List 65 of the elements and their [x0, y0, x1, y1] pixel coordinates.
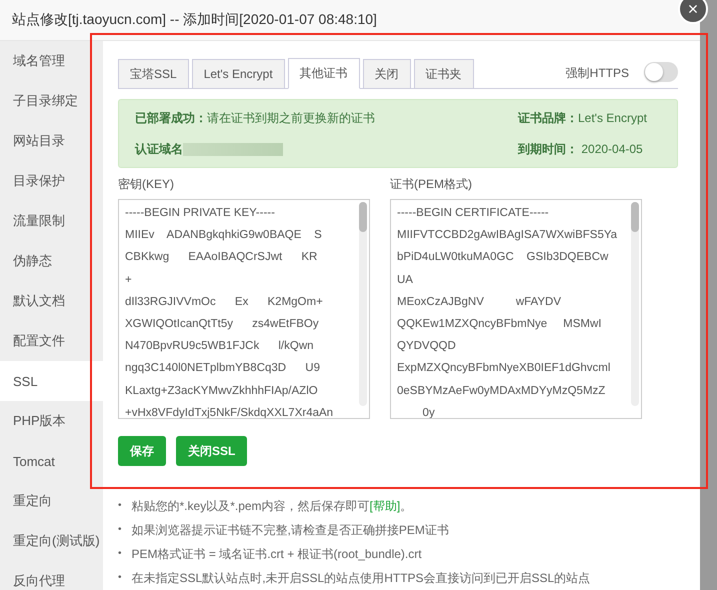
action-button[interactable]: 保存 [118, 436, 166, 466]
text-line: 0y [422, 406, 436, 418]
sidebar-item[interactable]: 子目录绑定 [0, 81, 103, 121]
text-line: ExpMZXQncyBFbmNyeXB0IEF1dGhvcml [397, 361, 612, 376]
tab[interactable]: 关闭 [362, 59, 411, 88]
sidebar-item[interactable]: 重定向(测试版) [0, 521, 103, 561]
scrollbar[interactable] [359, 202, 367, 406]
text-line: UA [397, 272, 414, 288]
tab[interactable]: 其他证书 [288, 58, 360, 89]
help-link[interactable]: [帮助] [370, 499, 400, 513]
text-line: MIIFVTCCBD2gAwIBAgISA7WXwiBFS5Ya [397, 228, 618, 244]
expiry-label: 到期时间： [518, 140, 578, 158]
text-line: +vHx8VFdyIdTxj5NkF/SkdqXXL7Xr4aAn [125, 406, 334, 418]
sidebar-item[interactable]: 域名管理 [0, 41, 103, 81]
sidebar-item[interactable]: 配置文件 [0, 321, 103, 361]
text-line: XGWIQOtIcanQtTt5y zs4wEtFBOy [125, 317, 320, 332]
text-line: QQKEw1MZXQncyBFbmNye MSMwI [397, 317, 602, 332]
text-line: -----BEGIN CERTIFICATE----- [397, 206, 550, 221]
sidebar-item[interactable]: PHP版本 [0, 401, 103, 441]
note-text: 在未指定SSL默认站点时,未开启SSL的站点使用HTTPS会直接访问到已开启SSL的站点 [132, 570, 590, 586]
bullet: • [118, 499, 122, 513]
sidebar-item[interactable]: 流量限制 [0, 201, 103, 241]
key-textarea[interactable] [118, 199, 370, 419]
action-button[interactable]: 关闭SSL [176, 436, 248, 466]
field-label: 证书(PEM格式) [390, 176, 473, 193]
domain-label: 认证域名 [135, 140, 183, 158]
brand-label: 证书品牌： [518, 110, 578, 126]
cert-textarea[interactable] [390, 199, 642, 419]
sidebar-item[interactable]: Tomcat [0, 441, 103, 481]
text-line: ngq3C140l0NETplbmYB8Cq3D U9 [125, 361, 321, 376]
sidebar-item[interactable]: 重定向 [0, 481, 103, 521]
scrollbar[interactable] [631, 202, 639, 406]
bullet: • [118, 571, 122, 585]
text-line: MIIEv ADANBgkqhkiG9w0BAQE S [125, 228, 323, 244]
note-text: PEM格式证书 = 域名证书.crt + 根证书(root_bundle).crt [132, 546, 422, 562]
note-text: 如果浏览器提示证书链不完整,请检查是否正确拼接PEM证书 [132, 522, 449, 538]
sidebar-item[interactable]: 网站目录 [0, 121, 103, 161]
text-line: QYDVQQD [397, 339, 457, 354]
field-label: 密钥(KEY) [118, 176, 176, 193]
tab[interactable]: 宝塔SSL [118, 59, 189, 88]
status-label: 已部署成功： [135, 110, 207, 126]
sidebar-item[interactable]: 反向代理 [0, 561, 103, 590]
sidebar-item[interactable]: 伪静态 [0, 241, 103, 281]
sidebar-item[interactable]: SSL [0, 361, 103, 401]
text-line: + [125, 272, 133, 288]
note-text: 粘贴您的*.key以及*.pem内容，然后保存即可[帮助]。 [132, 498, 412, 514]
tab[interactable]: Let's Encrypt [192, 59, 285, 88]
tab[interactable]: 证书夹 [414, 59, 474, 88]
toggle-label: 强制HTTPS [566, 64, 629, 82]
text-line: CBKkwg EAAoIBAQCrSJwt KR [125, 250, 318, 266]
expiry-value: 2020-04-05 [580, 142, 643, 156]
text-line: N470BpvRU9c5WB1FJCk l/kQwn [125, 339, 315, 354]
status-text: 请在证书到期之前更换新的证书 [207, 110, 375, 126]
text-line: -----BEGIN PRIVATE KEY----- [125, 206, 276, 221]
brand-value: Let's Encrypt [578, 111, 647, 125]
text-line: dIl33RGJIVVmOc Ex K2MgOm+ [125, 294, 324, 310]
sidebar-item[interactable]: 默认文档 [0, 281, 103, 321]
bullet: • [118, 547, 122, 561]
text-line: 0eSBYMzAeFw0yMDAxMDYyMzQ5MzZ [397, 384, 606, 399]
https-toggle[interactable] [644, 62, 678, 82]
text-line: KLaxtg+Z3acKYMwvZkhhhFIAp/AZlO [125, 384, 319, 399]
text-line: MEoxCzAJBgNV wFAYDV [397, 294, 562, 310]
sidebar-item[interactable]: 目录保护 [0, 161, 103, 201]
text-line: bPiD4uLW0tkuMA0GC GSIb3DQEBCw [397, 250, 610, 266]
bullet: • [118, 523, 122, 537]
